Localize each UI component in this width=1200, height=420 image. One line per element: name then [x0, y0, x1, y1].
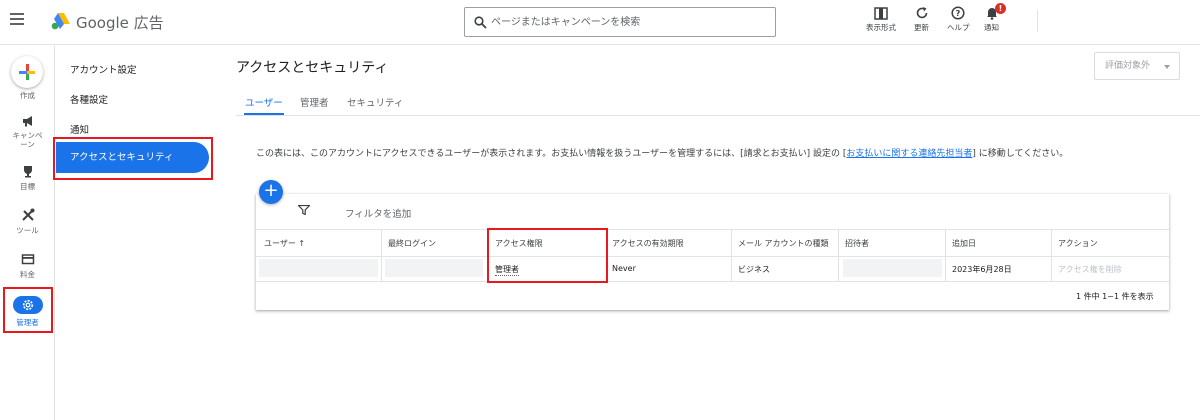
rail-item-goals[interactable]: 目標 — [0, 164, 55, 192]
status-filter-value: 評価対象外 — [1105, 61, 1151, 71]
column-divider — [838, 230, 839, 281]
column-divider — [731, 230, 732, 281]
rail-item-campaigns[interactable]: キャンペーン — [0, 114, 55, 149]
view-format-button[interactable]: 表示形式 — [866, 6, 896, 33]
redacted-last-login-cell — [385, 259, 483, 277]
account-type-cell: ビジネス — [738, 265, 770, 274]
sub-navigation: アカウント設定 各種設定 通知 — [56, 46, 219, 420]
rail-item-billing[interactable]: 料金 — [0, 252, 55, 280]
column-header-user[interactable]: ユーザー ↑ — [264, 238, 305, 249]
menu-icon[interactable] — [10, 13, 24, 25]
help-label: ヘルプ — [947, 23, 970, 32]
tab-users[interactable]: ユーザー — [245, 95, 283, 109]
subnav-item-preferences[interactable]: 各種設定 — [70, 92, 108, 106]
table-header-top-divider — [256, 229, 1169, 230]
toolbar-divider — [1037, 10, 1038, 32]
filter-icon[interactable] — [298, 205, 310, 215]
expiration-cell: Never — [612, 264, 636, 273]
remove-access-button[interactable]: アクセス権を削除 — [1058, 264, 1122, 275]
column-header-actions: アクション — [1058, 239, 1098, 248]
credit-card-icon — [21, 254, 34, 265]
status-filter-dropdown[interactable]: 評価対象外 — [1094, 52, 1180, 80]
tabs-divider — [236, 115, 1200, 116]
rail-create-label: 作成 — [20, 91, 35, 100]
description-start: この表には、このアカウントにアクセスできるユーザーが表示されます。お支払い情報を… — [256, 149, 847, 159]
subnav-item-account-settings[interactable]: アカウント設定 — [70, 62, 137, 76]
refresh-button[interactable]: 更新 — [914, 6, 929, 33]
admin-highlight-box — [3, 287, 53, 333]
column-divider — [1051, 230, 1052, 281]
plus-icon — [19, 64, 35, 80]
access-security-highlight-box — [53, 137, 213, 180]
dropdown-caret-icon — [1164, 65, 1170, 69]
rail-campaigns-label: キャンペーン — [12, 131, 43, 149]
app-name: Google 広告 — [76, 14, 164, 32]
date-added-cell: 2023年6月28日 — [952, 265, 1012, 274]
tab-managers[interactable]: 管理者 — [300, 95, 329, 109]
subnav-item-notifications[interactable]: 通知 — [70, 122, 89, 136]
access-level-highlight-box — [487, 228, 608, 283]
tools-icon — [21, 208, 34, 221]
rail-billing-label: 料金 — [20, 270, 35, 279]
notifications-label: 通知 — [984, 23, 999, 32]
search-icon — [474, 16, 487, 29]
description-end: ] に移動してください。 — [972, 149, 1069, 159]
column-divider — [381, 230, 382, 281]
megaphone-icon — [22, 116, 32, 127]
notification-badge: ! — [995, 3, 1006, 14]
help-button[interactable]: ? ヘルプ — [947, 6, 970, 33]
left-rail: 作成 キャンペーン 目標 ツール 料金 管理者 — [0, 46, 55, 420]
rail-item-create[interactable]: 作成 — [0, 90, 55, 101]
table-row-divider — [256, 281, 1169, 282]
pagination-text: 1 件中 1~1 件を表示 — [1076, 292, 1154, 301]
search-box[interactable] — [464, 7, 776, 37]
view-format-label: 表示形式 — [866, 23, 896, 32]
redacted-invited-by-cell — [843, 259, 942, 277]
column-header-expiration[interactable]: アクセスの有効期限 — [612, 238, 684, 249]
rail-tools-label: ツール — [16, 226, 39, 235]
svg-text:?: ? — [956, 9, 961, 18]
top-bar: Google 広告 表示形式 更新 ? ヘルプ 通知 — [0, 0, 1200, 45]
column-header-invited-by[interactable]: 招待者 — [845, 238, 869, 249]
redacted-user-cell — [259, 259, 378, 277]
add-filter-button[interactable]: フィルタを追加 — [345, 206, 411, 220]
billing-contact-link[interactable]: お支払いに関する連絡先担当者 — [846, 149, 972, 159]
column-divider — [945, 230, 946, 281]
column-header-date-added[interactable]: 追加日 — [952, 238, 976, 249]
view-format-icon — [874, 7, 888, 20]
refresh-label: 更新 — [914, 23, 929, 32]
table-header-divider — [256, 256, 1169, 257]
tab-security[interactable]: セキュリティ — [347, 95, 403, 109]
help-icon: ? — [951, 6, 965, 20]
description-text: この表には、このアカウントにアクセスできるユーザーが表示されます。お支払い情報を… — [256, 146, 1068, 159]
rail-item-tools[interactable]: ツール — [0, 208, 55, 236]
refresh-icon — [916, 7, 927, 19]
search-input[interactable] — [491, 13, 766, 31]
add-user-button[interactable]: + — [259, 180, 283, 204]
page-title: アクセスとセキュリティ — [236, 60, 389, 76]
column-header-account-type[interactable]: メール アカウントの種類 — [738, 238, 829, 249]
column-header-last-login[interactable]: 最終ログイン — [388, 238, 436, 249]
google-ads-logo-icon — [51, 13, 70, 30]
create-button[interactable] — [11, 56, 43, 88]
trophy-icon — [23, 166, 32, 178]
rail-goals-label: 目標 — [20, 182, 35, 191]
